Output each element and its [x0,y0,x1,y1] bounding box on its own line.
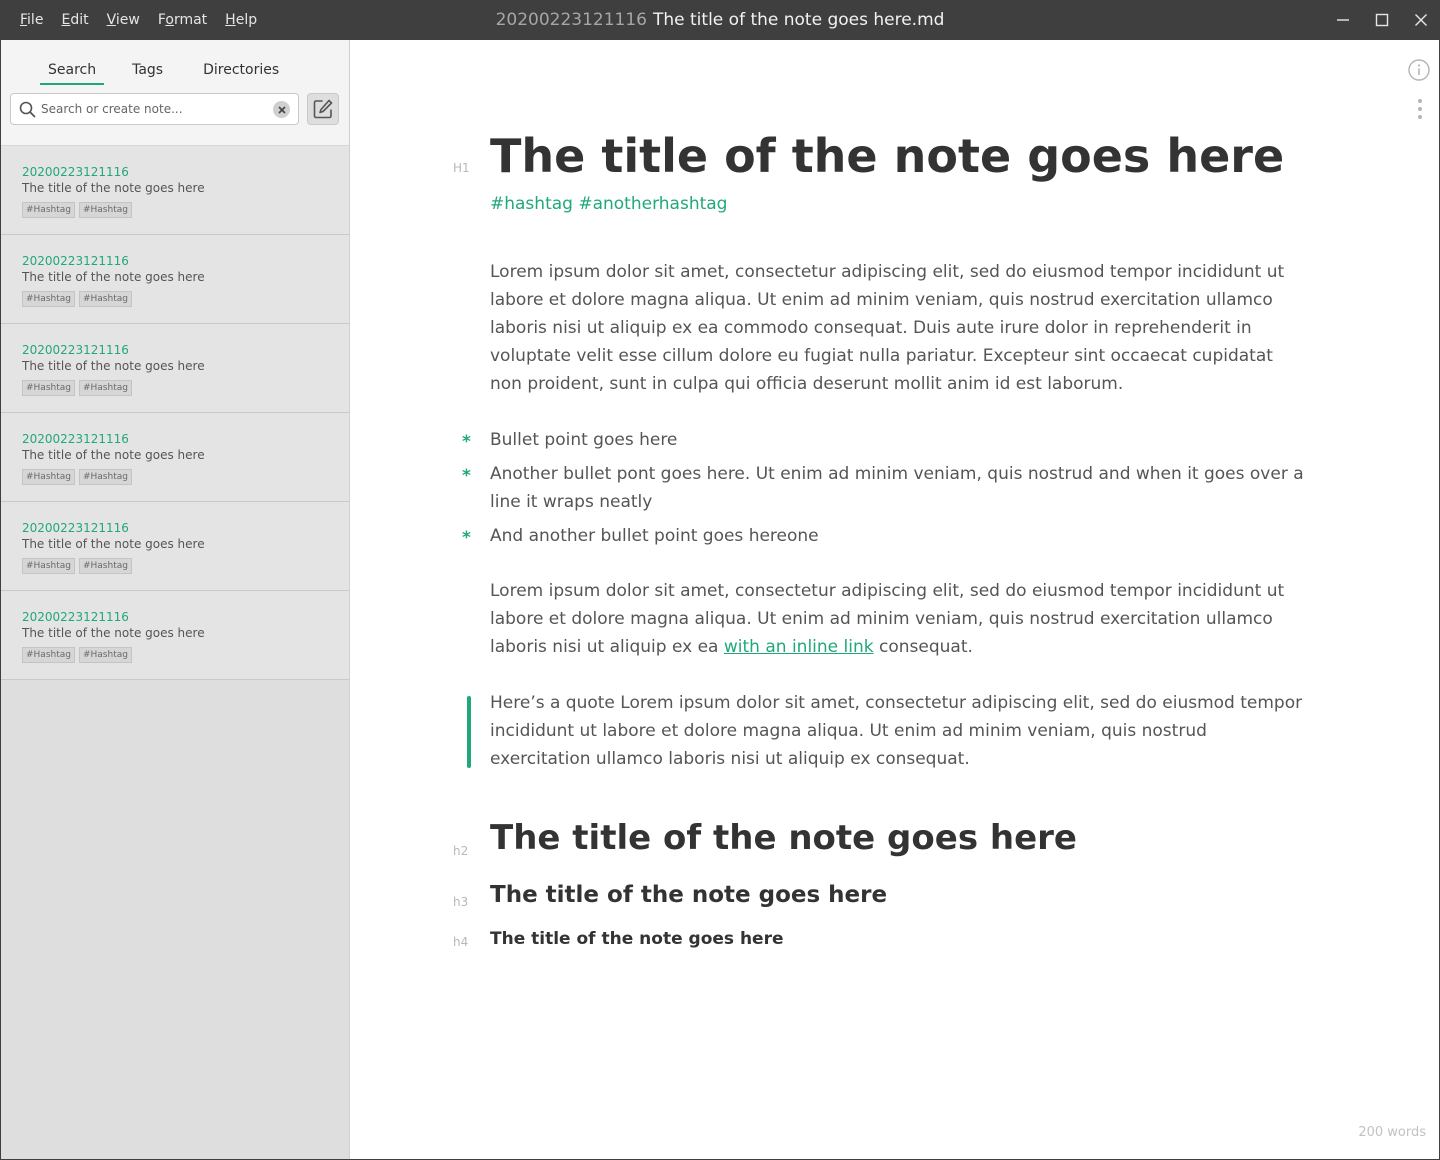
note-title: The title of the note goes here [22,181,205,195]
tab-search[interactable]: Search [40,58,105,85]
note-heading-3: The title of the note goes here [490,882,888,908]
menu-bar: File Edit View Format Help [20,0,275,40]
note-id: 20200223121116 [22,343,129,357]
list-item[interactable]: 20200223121116 The title of the note goe… [0,235,349,324]
note-tag[interactable]: #Hashtag [22,202,75,218]
list-item[interactable]: 20200223121116 The title of the note goe… [0,591,349,680]
close-icon [1414,14,1427,26]
search-input[interactable] [41,98,273,120]
gutter-h3-label: h3 [453,895,469,909]
note-id: 20200223121116 [22,432,129,446]
note-heading-1: The title of the note goes here [490,129,1285,183]
note-tag[interactable]: #Hashtag [22,291,75,307]
blockquote-bar [467,696,471,768]
gutter-h4-label: h4 [453,935,469,949]
note-heading-4: The title of the note goes here [490,929,784,949]
note-tag[interactable]: #Hashtag [22,647,75,663]
minimize-button[interactable] [1323,0,1362,40]
note-list: 20200223121116 The title of the note goe… [0,146,349,680]
maximize-button[interactable] [1362,0,1401,40]
menu-file[interactable]: File [20,12,43,28]
note-tag[interactable]: #Hashtag [78,380,132,396]
inline-link[interactable]: with an inline link [724,637,874,657]
more-options-icon[interactable] [1417,98,1423,120]
bullet-item: * Another bullet pont goes here. Ut enim … [462,464,1304,512]
bullet-item: * Bullet point goes here [462,426,1305,454]
menu-help[interactable]: Help [225,12,257,28]
gutter-h1-label: H1 [453,161,470,175]
clear-icon [277,105,286,114]
list-item[interactable]: 20200223121116 The title of the note goe… [0,324,349,413]
bullet-marker: * [462,528,471,548]
note-title: The title of the note goes here [22,359,205,373]
menu-format[interactable]: Format [158,12,207,28]
menu-edit[interactable]: Edit [61,12,88,28]
sidebar-header: Search Tags Directories [0,40,349,146]
window-title-name: The title of the note goes here.md [653,10,945,30]
sidebar-tabs: Search Tags Directories [40,58,307,85]
note-tag[interactable]: #Hashtag [78,202,132,218]
note-id: 20200223121116 [22,254,129,268]
clear-search-button[interactable] [273,101,290,118]
word-count: 200 words [1358,1125,1426,1140]
note-paragraph-1: Lorem ipsum dolor sit amet, consectetur … [490,262,1285,394]
note-id: 20200223121116 [22,610,129,624]
bullet-marker: * [462,466,471,486]
sidebar: Search Tags Directories Search or create… [0,40,350,1160]
note-tag[interactable]: #Hashtag [78,647,132,663]
bullet-marker: * [462,432,471,452]
note-title: The title of the note goes here [22,626,205,640]
note-tag[interactable]: #Hashtag [22,380,75,396]
note-title: The title of the note goes here [22,448,205,462]
note-hashtags[interactable]: #hashtag #anotherhashtag [490,194,727,214]
search-box [10,93,299,125]
new-note-button[interactable] [307,93,339,125]
bullet-list: * Bullet point goes here * Another bullet … [462,426,1305,556]
note-title: The title of the note goes here [22,270,205,284]
note-tag[interactable]: #Hashtag [78,291,132,307]
note-tag[interactable]: #Hashtag [78,558,132,574]
menu-view[interactable]: View [107,12,140,28]
window-title-id: 20200223121116 [495,10,647,30]
window-controls [1323,0,1440,40]
gutter-h2-label: h2 [453,844,469,858]
tab-tags[interactable]: Tags [124,58,171,85]
close-button[interactable] [1401,0,1440,40]
note-paragraph-2: Lorem ipsum dolor sit amet, consectetur … [490,581,1285,657]
edit-icon [313,99,333,119]
bullet-item: * And another bullet point goes hereone [462,522,1305,550]
list-item[interactable]: 20200223121116 The title of the note goe… [0,146,349,235]
search-icon [19,101,36,118]
title-bar: File Edit View Format Help 2020022312111… [0,0,1440,40]
minimize-icon [1336,19,1349,21]
maximize-icon [1375,13,1388,27]
tab-directories[interactable]: Directories [195,58,287,85]
editor-pane[interactable]: H1 The title of the note goes here #hash… [350,40,1440,1160]
note-title: The title of the note goes here [22,537,205,551]
note-tag[interactable]: #Hashtag [78,469,132,485]
list-item[interactable]: 20200223121116 The title of the note goe… [0,502,349,591]
info-icon[interactable] [1408,59,1430,81]
list-item[interactable]: 20200223121116 The title of the note goe… [0,413,349,502]
note-id: 20200223121116 [22,521,129,535]
note-tag[interactable]: #Hashtag [22,558,75,574]
note-id: 20200223121116 [22,165,129,179]
blockquote: Here’s a quote Lorem ipsum dolor sit ame… [490,693,1303,769]
note-heading-2: The title of the note goes here [490,818,1077,858]
note-tag[interactable]: #Hashtag [22,469,75,485]
